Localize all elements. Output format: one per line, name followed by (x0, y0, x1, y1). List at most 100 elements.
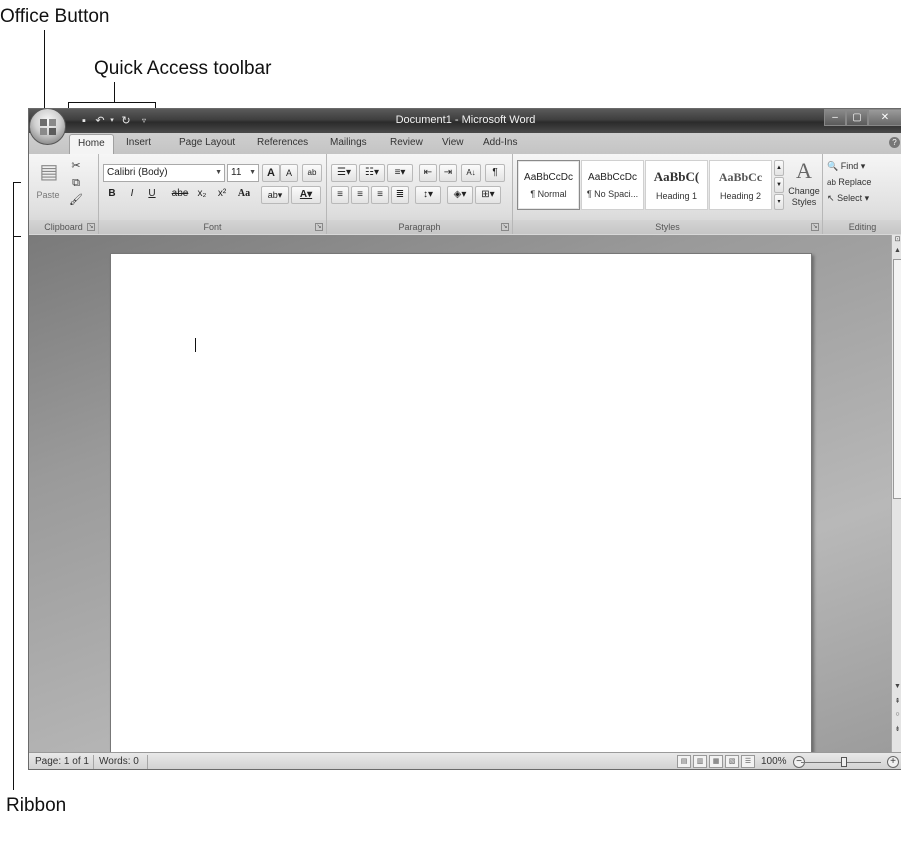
style-heading-2[interactable]: AaBbCc Heading 2 (709, 160, 772, 210)
tab-home[interactable]: Home (69, 134, 114, 154)
tab-review[interactable]: Review (390, 137, 423, 148)
styles-group-label: Styles (513, 220, 822, 234)
vertical-scrollbar[interactable]: ⊡ ▲ ▼ ⇞ ○ ⇟ (891, 235, 901, 752)
cut-icon[interactable]: ✂ (69, 158, 83, 174)
tab-page-layout[interactable]: Page Layout (179, 137, 235, 148)
browse-object-icon[interactable]: ○ (893, 711, 901, 718)
ruler-toggle-icon[interactable]: ⊡ (893, 235, 901, 243)
change-styles-label-2[interactable]: Styles (787, 197, 821, 208)
tab-insert[interactable]: Insert (126, 137, 151, 148)
show-marks-button[interactable]: ¶ (485, 164, 505, 182)
scroll-down-icon[interactable]: ▼ (893, 683, 901, 690)
text-cursor (195, 338, 196, 352)
replace-button[interactable]: ab Replace (827, 174, 897, 191)
styles-more-icon[interactable]: ▾ (774, 194, 784, 210)
font-launcher-icon[interactable]: ↘ (315, 223, 323, 231)
clipboard-launcher-icon[interactable]: ↘ (87, 223, 95, 231)
bullets-button[interactable]: ☰▾ (331, 164, 357, 182)
close-button[interactable]: ✕ (868, 109, 901, 126)
styles-scroll-down-icon[interactable]: ▼ (774, 177, 784, 193)
zoom-slider-thumb[interactable] (841, 757, 847, 767)
underline-button[interactable]: U (143, 186, 161, 204)
next-page-icon[interactable]: ⇟ (893, 725, 901, 733)
outline-view-icon[interactable]: ▧ (725, 755, 739, 768)
scroll-up-icon[interactable]: ▲ (893, 247, 901, 254)
zoom-in-icon[interactable]: + (887, 756, 899, 768)
paste-icon[interactable]: ▤ (37, 160, 61, 186)
bold-button[interactable]: B (103, 186, 121, 204)
minimize-button[interactable]: – (824, 109, 846, 126)
sort-button[interactable]: A↓ (461, 164, 481, 182)
ribbon: ▤ Paste ✂ ⧉ 🖌 Clipboard ↘ Calibri (Body)… (29, 154, 901, 234)
page-count[interactable]: Page: 1 of 1 (35, 756, 89, 767)
font-group: Calibri (Body) ▼ 11 ▼ A A ab B I U abe x… (99, 154, 327, 234)
highlight-color-button[interactable]: ab▾ (261, 186, 289, 204)
tab-references[interactable]: References (257, 137, 308, 148)
tab-view[interactable]: View (442, 137, 464, 148)
style-normal[interactable]: AaBbCcDc ¶ Normal (517, 160, 580, 210)
decrease-indent-button[interactable]: ⇤ (419, 164, 437, 182)
grow-font-button[interactable]: A (262, 164, 280, 182)
ribbon-callout: Ribbon (6, 795, 67, 816)
web-layout-view-icon[interactable]: ▦ (709, 755, 723, 768)
document-page[interactable] (110, 253, 812, 752)
strikethrough-button[interactable]: abe (169, 186, 191, 204)
font-color-button[interactable]: A▾ (291, 186, 321, 204)
select-button[interactable]: ↖ Select ▾ (827, 190, 897, 206)
styles-scroll-up-icon[interactable]: ▲ (774, 160, 784, 176)
font-name-combo[interactable]: Calibri (Body) ▼ (103, 164, 225, 182)
change-styles-label-1[interactable]: Change (787, 186, 821, 197)
print-layout-view-icon[interactable]: ▤ (677, 755, 691, 768)
clear-formatting-button[interactable]: ab (302, 164, 322, 182)
paragraph-launcher-icon[interactable]: ↘ (501, 223, 509, 231)
increase-indent-button[interactable]: ⇥ (439, 164, 457, 182)
align-left-button[interactable]: ≡ (331, 186, 349, 204)
tab-mailings[interactable]: Mailings (330, 137, 367, 148)
change-case-button[interactable]: Aa (233, 186, 255, 204)
align-right-button[interactable]: ≡ (371, 186, 389, 204)
binoculars-icon: 🔍 (827, 161, 839, 171)
copy-icon[interactable]: ⧉ (69, 175, 83, 191)
font-size-value: 11 (231, 167, 242, 178)
office-button[interactable] (29, 109, 66, 145)
change-styles-icon[interactable]: A (789, 158, 819, 184)
title-bar: ▪ ↶ ▾ ↻ ▿ Document1 - Microsoft Word – ▢… (29, 109, 901, 133)
numbering-button[interactable]: ☷▾ (359, 164, 385, 182)
paste-label[interactable]: Paste (33, 187, 63, 203)
draft-view-icon[interactable]: ☰ (741, 755, 755, 768)
shading-button[interactable]: ◈▾ (447, 186, 473, 204)
style-name: Heading 1 (655, 191, 698, 201)
format-painter-icon[interactable]: 🖌 (69, 192, 83, 208)
paragraph-group-label: Paragraph (327, 220, 512, 234)
quick-access-callout: Quick Access toolbar (94, 58, 272, 79)
font-size-combo[interactable]: 11 ▼ (227, 164, 259, 182)
style-name: Heading 2 (719, 191, 762, 201)
styles-launcher-icon[interactable]: ↘ (811, 223, 819, 231)
multilevel-list-button[interactable]: ≡▾ (387, 164, 413, 182)
shrink-font-button[interactable]: A (280, 164, 298, 182)
help-icon[interactable]: ? (889, 137, 900, 148)
tab-add-ins[interactable]: Add-Ins (483, 137, 517, 148)
superscript-button[interactable]: x² (213, 186, 231, 204)
line-spacing-button[interactable]: ↕▾ (415, 186, 441, 204)
align-center-button[interactable]: ≡ (351, 186, 369, 204)
style-no-spacing[interactable]: AaBbCcDc ¶ No Spaci... (581, 160, 644, 210)
word-count[interactable]: Words: 0 (99, 756, 139, 767)
italic-button[interactable]: I (123, 186, 141, 204)
font-group-label: Font (99, 220, 326, 234)
status-divider (147, 755, 148, 769)
justify-button[interactable]: ≣ (391, 186, 409, 204)
previous-page-icon[interactable]: ⇞ (893, 697, 901, 705)
zoom-level[interactable]: 100% (761, 756, 787, 767)
chevron-down-icon: ▼ (215, 169, 222, 176)
full-screen-view-icon[interactable]: ▥ (693, 755, 707, 768)
office-button-callout: Office Button (0, 6, 110, 27)
borders-button[interactable]: ⊞▾ (475, 186, 501, 204)
subscript-button[interactable]: x₂ (193, 186, 211, 204)
style-sample: AaBbC( (653, 169, 700, 184)
maximize-button[interactable]: ▢ (846, 109, 868, 126)
style-heading-1[interactable]: AaBbC( Heading 1 (645, 160, 708, 210)
scroll-thumb[interactable] (893, 259, 901, 499)
find-button[interactable]: 🔍 Find ▾ (827, 158, 897, 174)
styles-group: AaBbCcDc ¶ Normal AaBbCcDc ¶ No Spaci...… (513, 154, 823, 234)
